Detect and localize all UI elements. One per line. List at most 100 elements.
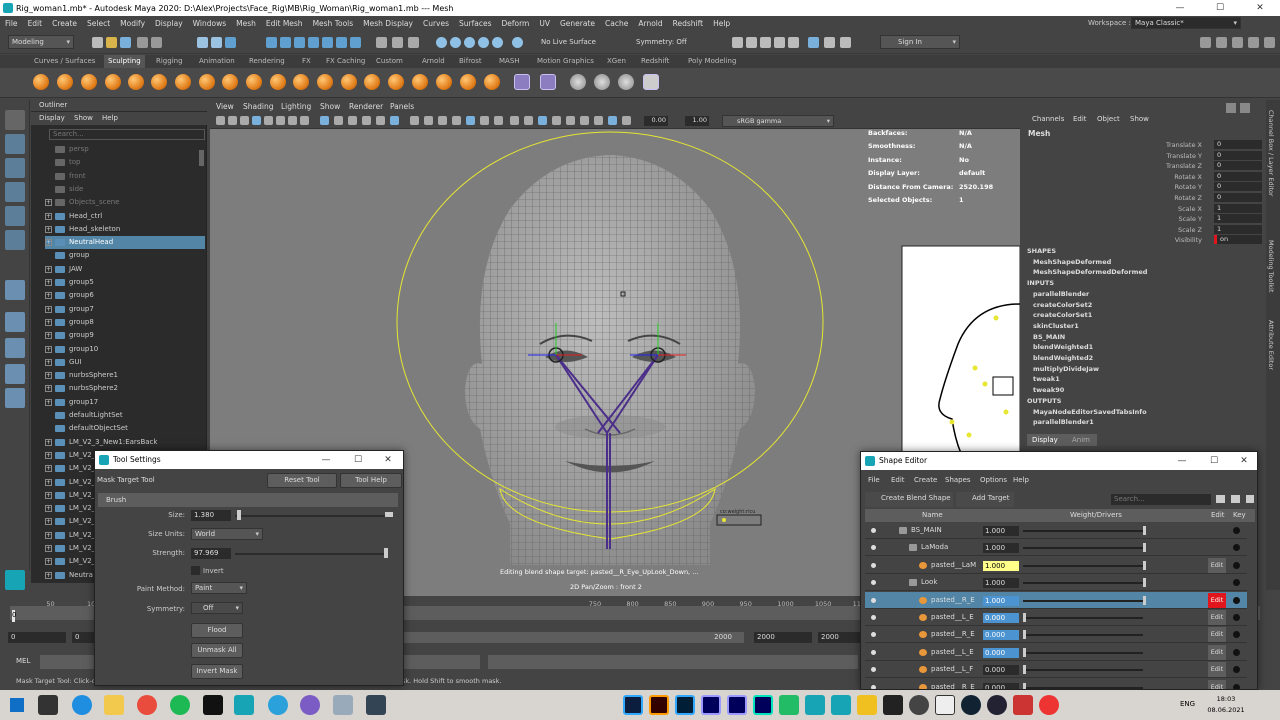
symmetry-label[interactable]: Symmetry: Off — [636, 38, 687, 46]
weight-slider[interactable] — [1023, 599, 1143, 602]
channel-attr-value[interactable]: on — [1214, 235, 1262, 245]
app-icon-8[interactable] — [1013, 695, 1033, 715]
outliner-menu-help[interactable]: Help — [102, 112, 118, 125]
menu-redshift[interactable]: Redshift — [668, 19, 708, 28]
scale-tool-icon[interactable] — [5, 230, 25, 250]
cb-tab-anim[interactable]: Anim — [1067, 434, 1097, 446]
explorer-icon[interactable] — [104, 695, 124, 715]
se-menu-create[interactable]: Create — [914, 476, 937, 484]
channel-attr-row[interactable]: Translate Y 0 — [1022, 150, 1266, 161]
ts-close-button[interactable]: ✕ — [373, 451, 403, 469]
weight-slider-knob[interactable] — [1023, 630, 1026, 640]
visibility-icon[interactable] — [871, 562, 876, 568]
col-key[interactable]: Key — [1233, 511, 1246, 519]
snap-toggle-icon[interactable] — [408, 37, 419, 48]
expand-icon[interactable]: + — [45, 558, 52, 566]
viewport-tool-icon[interactable] — [594, 116, 603, 125]
shape-editor-row[interactable]: pasted__L_E 0.000 Edit — [865, 609, 1247, 626]
stamp3-icon[interactable] — [618, 74, 634, 90]
se-menu-file[interactable]: File — [868, 476, 880, 484]
outliner-item[interactable]: defaultLightSet — [45, 409, 205, 422]
paint-select-icon[interactable] — [5, 158, 25, 178]
viewport-tool-icon[interactable] — [240, 116, 249, 125]
workspace-dropdown[interactable]: Maya Classic* — [1131, 17, 1241, 29]
stamp-icon[interactable] — [570, 74, 586, 90]
viewport-tool-icon[interactable] — [276, 116, 285, 125]
app-icon-2[interactable] — [366, 695, 386, 715]
tool-help-button[interactable]: Tool Help — [340, 473, 402, 488]
amplify-brush-icon[interactable] — [412, 74, 428, 90]
side-tab-attribute-editor[interactable]: Attribute Editor — [1267, 320, 1275, 370]
key-icon[interactable] — [1233, 648, 1240, 656]
se-menu-help[interactable]: Help — [1013, 476, 1029, 484]
shelf-tab-bifrost[interactable]: Bifrost — [455, 55, 486, 68]
se-menu-edit[interactable]: Edit — [891, 476, 905, 484]
channel-attr-row[interactable]: Scale Z 1 — [1022, 224, 1266, 235]
menu-select[interactable]: Select — [82, 19, 115, 28]
viewport-tool-icon[interactable] — [552, 116, 561, 125]
expand-icon[interactable]: + — [45, 571, 52, 579]
channel-attr-row[interactable]: Translate X 0 — [1022, 140, 1266, 150]
cb-menu-object[interactable]: Object — [1097, 115, 1120, 123]
smear-brush-icon[interactable] — [364, 74, 380, 90]
symmetry-dropdown[interactable]: Off — [191, 602, 243, 614]
channel-attr-value[interactable]: 0 — [1214, 182, 1262, 192]
outliner-item[interactable]: + group17 — [45, 396, 205, 409]
app-icon-7[interactable] — [987, 695, 1007, 715]
viewport-tool-icon[interactable] — [300, 116, 309, 125]
trash-icon[interactable] — [1246, 495, 1254, 503]
highlight-selection-icon[interactable] — [392, 37, 403, 48]
channel-attr-row[interactable]: Rotate X 0 — [1022, 171, 1266, 182]
select-tool-icon[interactable] — [5, 110, 25, 130]
snap-point-icon[interactable] — [464, 37, 475, 48]
col-name[interactable]: Name — [922, 511, 943, 519]
edit-toggle-button[interactable]: Edit — [1208, 627, 1226, 643]
repeat-brush-icon[interactable] — [222, 74, 238, 90]
menu-file[interactable]: File — [0, 19, 23, 28]
visibility-icon[interactable] — [871, 649, 876, 655]
workspace-layout-icon-5[interactable] — [1264, 37, 1275, 48]
viewport-tool-icon[interactable] — [348, 116, 357, 125]
expand-icon[interactable]: + — [45, 491, 52, 499]
weight-slider[interactable] — [1023, 617, 1143, 619]
workspace-layout-icon-3[interactable] — [1232, 37, 1243, 48]
four-view-icon[interactable] — [5, 312, 25, 332]
expand-icon[interactable]: + — [45, 279, 52, 286]
outliner-item[interactable]: + Head_ctrl — [45, 210, 205, 223]
clock-date[interactable]: 08.06.2021 — [1200, 706, 1252, 714]
outliner-item[interactable]: defaultObjectSet — [45, 422, 205, 435]
key-icon[interactable] — [1233, 579, 1240, 587]
input-node[interactable]: tweak90 — [1033, 386, 1064, 394]
save-scene-icon[interactable] — [120, 37, 131, 48]
channel-attr-value[interactable]: 1 — [1214, 203, 1262, 213]
stamp2-icon[interactable] — [594, 74, 610, 90]
workspace-layout-icon-4[interactable] — [1248, 37, 1259, 48]
outliner-item[interactable]: top — [45, 156, 205, 169]
viewport-tool-icon[interactable] — [228, 116, 237, 125]
channel-attr-value[interactable]: 0 — [1214, 161, 1262, 171]
menu-help[interactable]: Help — [708, 19, 735, 28]
viewport-tool-icon[interactable] — [566, 116, 575, 125]
vp-menu-shading[interactable]: Shading — [243, 100, 273, 114]
language-indicator[interactable]: ENG — [1180, 700, 1195, 708]
se-minimize-button[interactable]: — — [1167, 452, 1197, 470]
visibility-icon[interactable] — [871, 684, 876, 689]
weight-slider[interactable] — [1023, 564, 1143, 567]
weight-field[interactable]: 1.000 — [983, 526, 1019, 536]
outliner-item[interactable]: persp — [45, 143, 205, 156]
lightroom-icon[interactable] — [675, 695, 695, 715]
output-node[interactable]: parallelBlender1 — [1033, 418, 1094, 426]
start-icon[interactable] — [10, 698, 24, 712]
maya-icon-2[interactable] — [805, 695, 825, 715]
weight-field[interactable]: 0.000 — [983, 630, 1019, 641]
expand-icon[interactable]: + — [45, 199, 52, 207]
weight-slider[interactable] — [1023, 582, 1143, 585]
imprint-brush-icon[interactable] — [246, 74, 262, 90]
single-perspective-icon[interactable] — [5, 280, 25, 300]
after-effects-icon[interactable] — [701, 695, 721, 715]
key-icon[interactable] — [1233, 596, 1240, 604]
outliner-item[interactable]: + group6 — [45, 289, 205, 302]
viewport-tool-icon[interactable] — [362, 116, 371, 125]
expand-icon[interactable]: + — [45, 345, 52, 353]
expand-icon[interactable]: + — [45, 505, 52, 513]
